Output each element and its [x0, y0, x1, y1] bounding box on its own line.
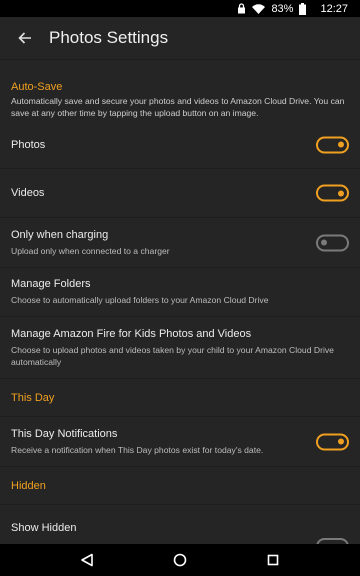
setting-label: Only when charging — [11, 228, 109, 241]
toggle-knob — [321, 239, 327, 246]
settings-list: Auto-Save Automatically save and secure … — [0, 60, 360, 544]
home-circle-icon[interactable] — [168, 548, 192, 572]
lock-icon — [237, 3, 246, 14]
settings-screen: Photos Settings Auto-Save Automatically … — [0, 17, 360, 544]
autosave-section-description: Automatically save and secure your photo… — [11, 96, 345, 118]
autosave-section-title: Auto-Save — [11, 81, 63, 93]
this-day-notifications-toggle[interactable] — [316, 433, 349, 450]
setting-description: Upload only when connected to a charger — [11, 245, 170, 256]
setting-description: Receive a notification when This Day pho… — [11, 444, 264, 455]
this-day-section-title: This Day — [11, 391, 55, 404]
autosave-section-header: Auto-Save Automatically save and secure … — [0, 81, 360, 121]
recents-square-icon[interactable] — [261, 548, 285, 572]
setting-row-manage-folders[interactable]: Manage Folders Choose to automatically u… — [0, 268, 360, 317]
setting-row-photos[interactable]: Photos — [0, 121, 360, 169]
setting-row-only-when-charging[interactable]: Only when charging Upload only when conn… — [0, 218, 360, 268]
battery-icon — [299, 2, 307, 15]
wifi-icon — [252, 3, 266, 14]
videos-toggle[interactable] — [316, 184, 349, 202]
setting-description: Choose to automatically upload folders t… — [11, 295, 269, 305]
page-title: Photos Settings — [49, 28, 169, 47]
setting-row-this-day-notifications[interactable]: This Day Notifications Receive a notific… — [0, 417, 360, 467]
setting-label: Show Hidden — [11, 522, 77, 534]
setting-label: This Day Notifications — [11, 427, 118, 440]
this-day-section-header: This Day — [0, 379, 360, 417]
hidden-section-title: Hidden — [11, 479, 46, 492]
only-when-charging-toggle[interactable] — [316, 234, 349, 251]
setting-row-show-hidden[interactable]: Show Hidden — [0, 505, 360, 544]
toolbar: Photos Settings — [0, 17, 360, 60]
toggle-knob — [338, 438, 344, 445]
setting-label: Manage Amazon Fire for Kids Photos and V… — [11, 327, 252, 340]
status-bar: 83% 12:27 — [0, 0, 360, 17]
hidden-section-header: Hidden — [0, 467, 360, 505]
setting-label: Photos — [11, 138, 46, 151]
setting-row-videos[interactable]: Videos — [0, 169, 360, 218]
photos-toggle[interactable] — [316, 136, 349, 153]
system-navigation-bar — [0, 544, 360, 576]
toggle-knob — [338, 190, 344, 196]
back-arrow-icon[interactable] — [14, 27, 36, 49]
toggle-knob — [338, 141, 344, 148]
clock: 12:27 — [320, 2, 348, 15]
setting-row-manage-kids-photos[interactable]: Manage Amazon Fire for Kids Photos and V… — [0, 317, 360, 379]
setting-label: Videos — [11, 187, 45, 199]
back-triangle-icon[interactable] — [75, 548, 99, 572]
setting-description: Choose to upload photos and videos taken… — [11, 344, 334, 367]
battery-percent: 83% — [271, 2, 294, 15]
setting-label: Manage Folders — [11, 278, 91, 290]
